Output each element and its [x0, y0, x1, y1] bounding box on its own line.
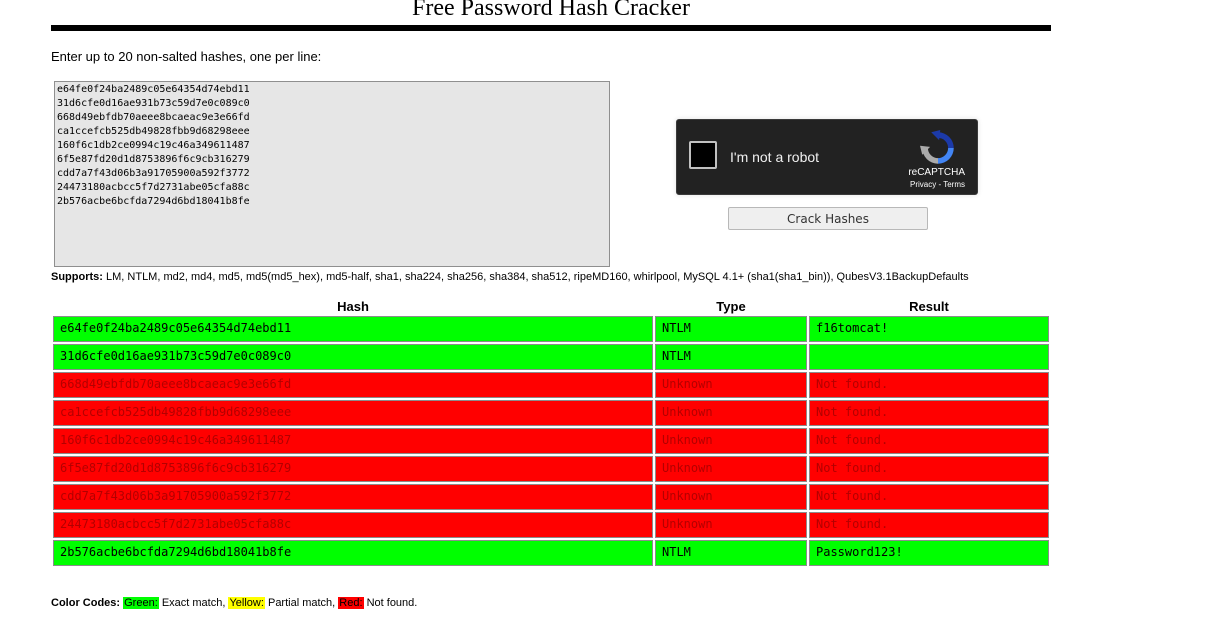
- hash-cell: 6f5e87fd20d1d8753896f6c9cb316279: [53, 456, 653, 482]
- privacy-link[interactable]: Privacy: [910, 180, 936, 189]
- type-cell: Unknown: [655, 400, 807, 426]
- color-codes-legend: Color Codes: Green: Exact match, Yellow:…: [51, 597, 417, 609]
- table-row: ca1ccefcb525db49828fbb9d68298eee Unknown N…: [53, 400, 1049, 426]
- result-cell: Not found.: [809, 400, 1049, 426]
- legend-items: Green: Exact match, Yellow: Partial matc…: [123, 597, 417, 609]
- hash-cell: 160f6c1db2ce0994c19c46a349611487: [53, 428, 653, 454]
- result-cell: Not found.: [809, 372, 1049, 398]
- color-codes-label: Color Codes:: [51, 597, 121, 609]
- hash-cell: e64fe0f24ba2489c05e64354d74ebd11: [53, 316, 653, 342]
- hash-cell: 24473180acbcc5f7d2731abe05cfa88c: [53, 512, 653, 538]
- recaptcha-logo-icon: [920, 130, 954, 164]
- type-cell: Unknown: [655, 372, 807, 398]
- legend-swatch: Red:: [338, 597, 364, 609]
- table-row: 24473180acbcc5f7d2731abe05cfa88c Unknown N…: [53, 512, 1049, 538]
- result-cell: [809, 344, 1049, 370]
- table-row: 6f5e87fd20d1d8753896f6c9cb316279 Unknown N…: [53, 456, 1049, 482]
- result-cell: Not found.: [809, 484, 1049, 510]
- legend-text: Partial match,: [264, 597, 339, 609]
- result-cell: Password123!: [809, 540, 1049, 566]
- type-cell: NTLM: [655, 540, 807, 566]
- hash-cell: 31d6cfe0d16ae931b73c59d7e0c089c0: [53, 344, 653, 370]
- table-row: cdd7a7f43d06b3a91705900a592f3772 Unknown N…: [53, 484, 1049, 510]
- hash-column-header: Hash: [337, 299, 369, 314]
- recaptcha-widget: I'm not a robot reCAPTCHA Privacy - Term…: [676, 119, 978, 195]
- results-body: e64fe0f24ba2489c05e64354d74ebd11 NTLM f16t…: [53, 316, 1049, 566]
- type-cell: Unknown: [655, 456, 807, 482]
- table-row: 160f6c1db2ce0994c19c46a349611487 Unknown N…: [53, 428, 1049, 454]
- legend-text: Not found.: [363, 597, 418, 609]
- type-cell: NTLM: [655, 344, 807, 370]
- recaptcha-links: Privacy - Terms: [910, 180, 965, 189]
- legend-swatch: Green:: [123, 597, 159, 609]
- type-cell: NTLM: [655, 316, 807, 342]
- result-cell: Not found.: [809, 512, 1049, 538]
- page-title: Free Password Hash Cracker: [412, 0, 690, 21]
- table-row: 2b576acbe6bcfda7294d6bd18041b8fe NTLM Pass…: [53, 540, 1049, 566]
- supports-label: Supports:: [51, 271, 103, 283]
- result-cell: f16tomcat!: [809, 316, 1049, 342]
- hash-cell: 668d49ebfdb70aeee8bcaeac9e3e66fd: [53, 372, 653, 398]
- legend-swatch: Yellow:: [228, 597, 265, 609]
- type-cell: Unknown: [655, 428, 807, 454]
- hash-cell: cdd7a7f43d06b3a91705900a592f3772: [53, 484, 653, 510]
- table-row: e64fe0f24ba2489c05e64354d74ebd11 NTLM f16t…: [53, 316, 1049, 342]
- recaptcha-brand: reCAPTCHA: [908, 167, 965, 178]
- table-row: 31d6cfe0d16ae931b73c59d7e0c089c0 NTLM: [53, 344, 1049, 370]
- hash-input[interactable]: [54, 81, 610, 267]
- hash-cell: 2b576acbe6bcfda7294d6bd18041b8fe: [53, 540, 653, 566]
- result-column-header: Result: [909, 299, 949, 314]
- result-cell: Not found.: [809, 456, 1049, 482]
- recaptcha-label: I'm not a robot: [730, 149, 820, 165]
- results-table: Hash Type Result e64fe0f24ba2489c05e6435…: [51, 297, 1051, 568]
- recaptcha-checkbox[interactable]: [689, 141, 717, 169]
- type-column-header: Type: [716, 299, 746, 314]
- terms-link[interactable]: Terms: [943, 180, 965, 189]
- type-cell: Unknown: [655, 512, 807, 538]
- legend-text: Exact match,: [158, 597, 229, 609]
- crack-hashes-button[interactable]: Crack Hashes: [728, 207, 928, 230]
- type-cell: Unknown: [655, 484, 807, 510]
- supports-text: LM, NTLM, md2, md4, md5, md5(md5_hex), m…: [102, 271, 969, 283]
- table-header-row: Hash Type Result: [53, 299, 1049, 314]
- instructions-text: Enter up to 20 non-salted hashes, one pe…: [51, 49, 322, 64]
- result-cell: Not found.: [809, 428, 1049, 454]
- title-divider: [51, 25, 1051, 31]
- hash-cell: ca1ccefcb525db49828fbb9d68298eee: [53, 400, 653, 426]
- table-row: 668d49ebfdb70aeee8bcaeac9e3e66fd Unknown N…: [53, 372, 1049, 398]
- supports-line: Supports: LM, NTLM, md2, md4, md5, md5(m…: [51, 271, 969, 283]
